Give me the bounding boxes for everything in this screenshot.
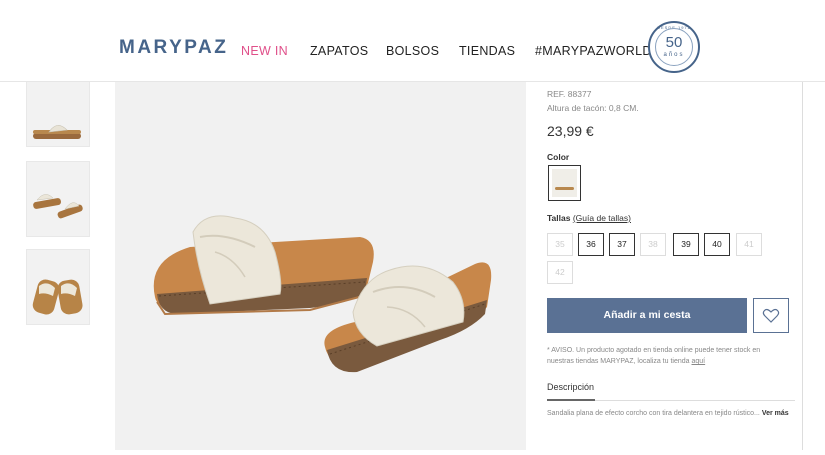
badge-number: 50 xyxy=(665,34,683,51)
badge-sub: años xyxy=(663,52,685,58)
sandal-swatch-icon xyxy=(555,187,574,190)
tab-description[interactable]: Descripción xyxy=(547,382,594,392)
sandal-main-illustration xyxy=(153,215,492,373)
heart-icon xyxy=(762,308,780,323)
site-header: MARYPAZ NEW IN ZAPATOS BOLSOS TIENDAS #M… xyxy=(0,0,825,82)
product-price: 23,99 € xyxy=(547,123,594,139)
nav-new-in[interactable]: NEW IN xyxy=(241,44,288,58)
panel-divider xyxy=(802,82,803,450)
thumbnail-3[interactable] xyxy=(26,249,90,325)
sandal-pair-icon xyxy=(33,194,83,219)
sizes-title: Tallas xyxy=(547,213,571,223)
product-reference: REF. 88377 xyxy=(547,89,592,99)
size-option[interactable]: 41 xyxy=(736,233,762,256)
size-guide-link[interactable]: (Guía de tallas) xyxy=(573,213,631,223)
see-more-link[interactable]: Ver más xyxy=(762,410,789,417)
left-sandal xyxy=(153,215,374,316)
add-to-cart-button[interactable]: Añadir a mi cesta xyxy=(547,298,747,333)
description-text: Sandalia plana de efecto corcho con tira… xyxy=(547,407,797,420)
stock-notice: * AVISO. Un producto agotado en tienda o… xyxy=(547,345,785,367)
thumbnail-1[interactable] xyxy=(26,82,90,147)
color-label: Color xyxy=(547,152,570,162)
color-swatch[interactable] xyxy=(548,165,581,201)
size-option[interactable]: 36 xyxy=(578,233,604,256)
nav-marypazworld[interactable]: #MARYPAZWORLD xyxy=(535,44,652,58)
find-store-link[interactable]: aquí xyxy=(692,358,706,365)
tab-active-indicator xyxy=(547,399,595,401)
swatch-image xyxy=(552,169,577,197)
favorite-button[interactable] xyxy=(753,298,789,333)
size-option[interactable]: 39 xyxy=(673,233,699,256)
nav-bolsos[interactable]: BOLSOS xyxy=(386,44,439,58)
nav-zapatos[interactable]: ZAPATOS xyxy=(310,44,368,58)
sandal-thumbnail-icon xyxy=(33,125,81,139)
sizes-label: Tallas (Guía de tallas) xyxy=(547,213,631,223)
heel-height: Altura de tacón: 0,8 CM. xyxy=(547,103,639,113)
notice-text: * AVISO. Un producto agotado en tienda o… xyxy=(547,347,761,365)
size-option[interactable]: 37 xyxy=(609,233,635,256)
nav-tiendas[interactable]: TIENDAS xyxy=(459,44,515,58)
size-option[interactable]: 42 xyxy=(547,261,573,284)
anniversary-badge: DESDE 1972 50 años xyxy=(648,21,700,73)
description-body: Sandalia plana de efecto corcho con tira… xyxy=(547,410,760,417)
product-main-image[interactable] xyxy=(115,82,526,450)
thumbnail-2[interactable] xyxy=(26,161,90,237)
sandal-top-view-icon xyxy=(32,279,83,315)
size-option[interactable]: 40 xyxy=(704,233,730,256)
size-option[interactable]: 38 xyxy=(640,233,666,256)
brand-logo[interactable]: MARYPAZ xyxy=(119,37,228,59)
size-option[interactable]: 35 xyxy=(547,233,573,256)
